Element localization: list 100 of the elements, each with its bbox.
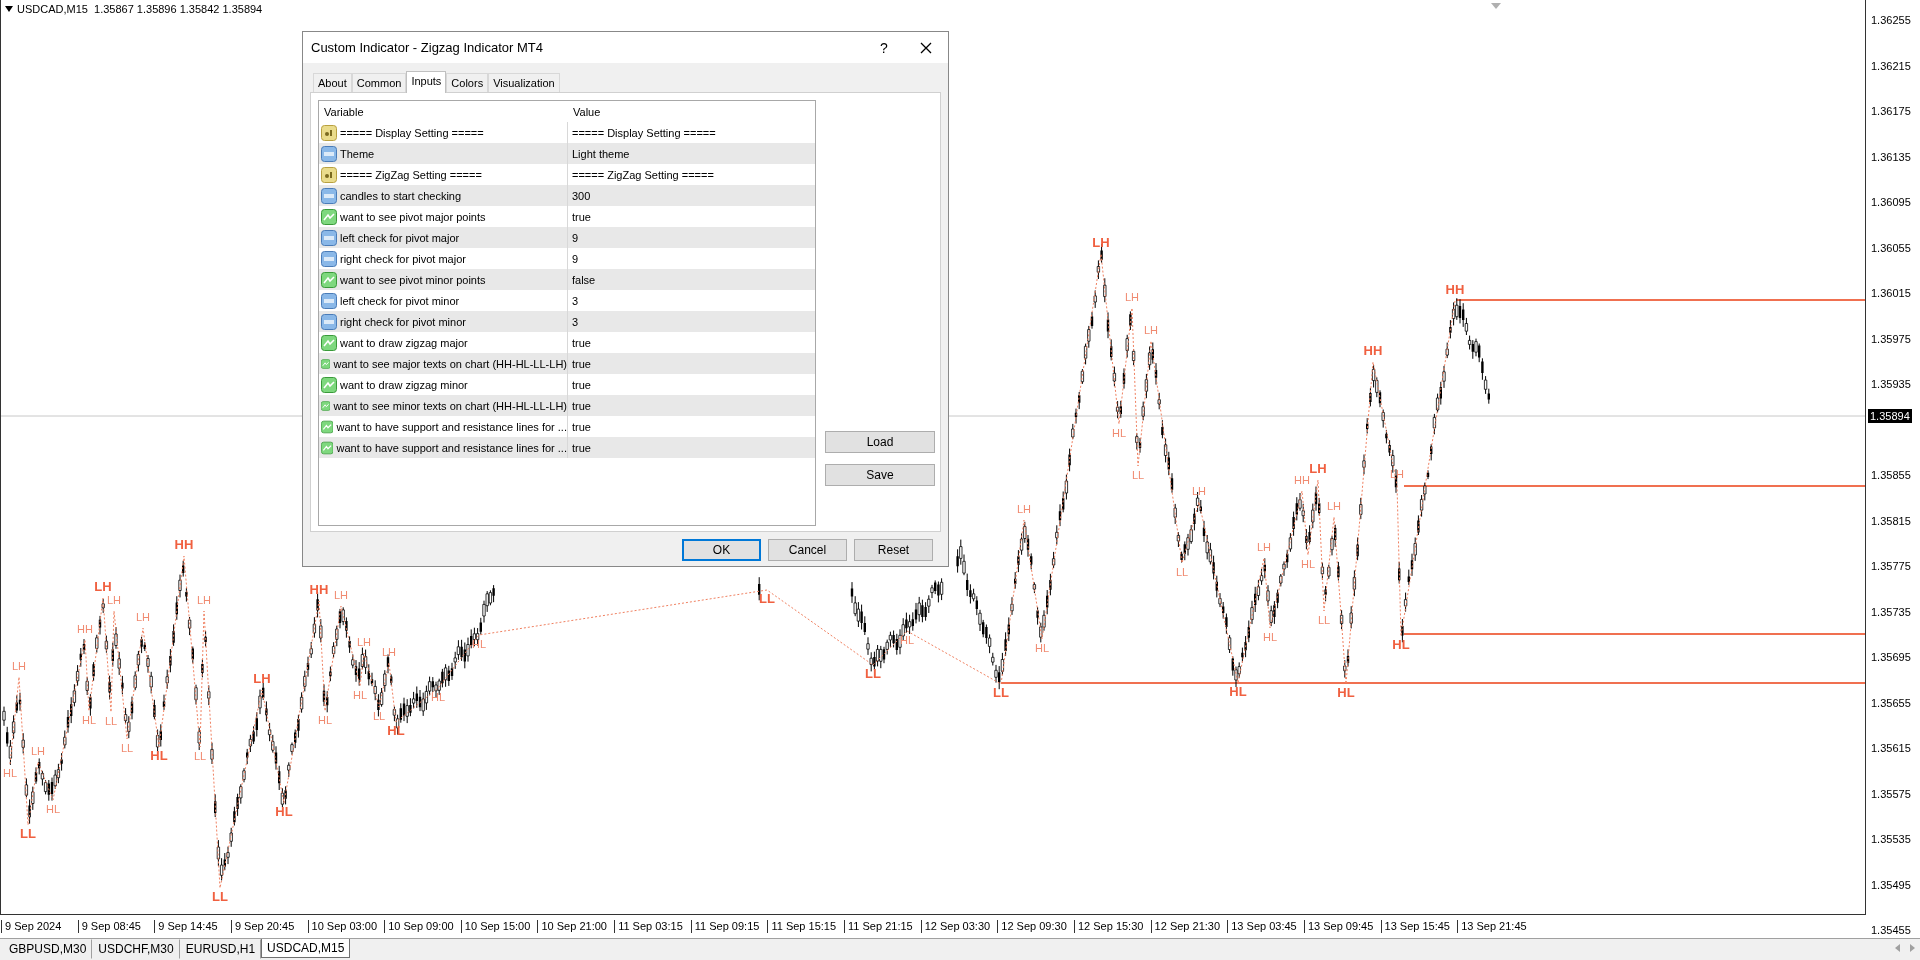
pivot-label: HH <box>309 582 329 598</box>
string-type-icon <box>321 166 337 183</box>
price-label: 1.36175 <box>1871 104 1911 118</box>
close-icon[interactable] <box>920 41 932 54</box>
pivot-label: LL <box>993 685 1009 701</box>
boolean-type-icon <box>321 418 334 435</box>
time-label: 11 Sep 03:15 <box>614 920 691 933</box>
dialog-tab[interactable]: Common <box>351 73 407 92</box>
variable-value[interactable]: true <box>568 399 815 412</box>
pivot-label: LH <box>1143 323 1159 336</box>
chart-symbol-quotes: USDCAD,M15 1.35867 1.35896 1.35842 1.35894 <box>17 3 263 15</box>
variable-value[interactable]: true <box>568 378 815 391</box>
time-label: 9 Sep 2024 <box>1 920 78 933</box>
pivot-label: HH <box>1294 473 1310 486</box>
time-label: 12 Sep 09:30 <box>997 920 1074 933</box>
variable-value[interactable]: true <box>568 210 815 223</box>
dialog-button[interactable]: Cancel <box>768 539 847 561</box>
variable-name: left check for pivot major <box>340 231 460 244</box>
dialog-tab[interactable]: Visualization <box>488 73 560 92</box>
price-label: 1.36015 <box>1871 286 1911 300</box>
pivot-label: LH <box>1256 540 1272 553</box>
variable-value[interactable]: true <box>568 336 815 349</box>
pivot-label: LL <box>20 826 36 842</box>
pivot-label: LL <box>372 709 386 722</box>
variable-name: want to see minor texts on chart (HH-HL-LL-LH) <box>333 399 567 412</box>
variable-value[interactable]: 3 <box>568 315 815 328</box>
time-label: 13 Sep 09:45 <box>1303 920 1381 933</box>
boolean-type-icon <box>321 439 334 456</box>
pivot-label: LH <box>30 744 46 757</box>
dialog-tab[interactable]: About <box>313 73 352 92</box>
scroll-right-icon[interactable] <box>1909 944 1916 952</box>
dialog-title: Custom Indicator - Zigzag Indicator MT4 <box>311 40 544 55</box>
pivot-label: LH <box>1191 484 1207 497</box>
dialog-tab[interactable]: Inputs <box>406 71 447 93</box>
time-label: 10 Sep 09:00 <box>384 920 461 933</box>
pivot-label: LL <box>104 714 118 727</box>
pivot-label: HL <box>1337 685 1355 701</box>
column-header[interactable]: Value <box>568 105 815 118</box>
variable-value[interactable]: true <box>568 441 815 454</box>
boolean-type-icon <box>321 208 337 225</box>
price-label: 1.36255 <box>1871 13 1911 27</box>
variable-value[interactable]: 9 <box>568 231 815 244</box>
dialog-button[interactable]: Reset <box>854 539 933 561</box>
dropdown-icon[interactable] <box>5 6 13 12</box>
price-label: 1.36095 <box>1871 195 1911 209</box>
boolean-type-icon <box>321 271 337 288</box>
variable-value[interactable]: ===== Display Setting ===== <box>568 126 815 139</box>
help-button[interactable]: ? <box>864 39 904 56</box>
price-label: 1.35455 <box>1871 923 1911 937</box>
pivot-label: LH <box>1124 290 1140 303</box>
pivot-label: HL <box>1111 426 1127 439</box>
price-label: 1.35655 <box>1871 695 1911 710</box>
price-label: 1.35975 <box>1871 331 1911 346</box>
number-type-icon <box>321 313 337 330</box>
price-label: 1.36215 <box>1871 58 1911 73</box>
pivot-label: LH <box>1309 461 1327 477</box>
variable-value[interactable]: false <box>568 273 815 286</box>
pivot-label: LH <box>381 645 397 658</box>
variable-name: candles to start checking <box>340 189 462 202</box>
pivot-label: HL <box>317 713 333 726</box>
pivot-label: LL <box>1131 468 1145 481</box>
file-button[interactable]: Load <box>825 431 935 453</box>
variable-name: want to have support and resistance lines for ... <box>336 441 567 454</box>
time-label: 10 Sep 15:00 <box>460 920 538 933</box>
variable-value[interactable]: 300 <box>568 189 815 202</box>
dialog-button[interactable]: OK <box>682 539 761 561</box>
variable-value[interactable]: 3 <box>568 294 815 307</box>
chart-tab[interactable]: USDCAD,M15 <box>261 939 351 958</box>
variable-value[interactable]: ===== ZigZag Setting ===== <box>568 168 815 181</box>
dialog-tab[interactable]: Colors <box>446 73 489 92</box>
variable-value[interactable]: true <box>568 420 815 433</box>
time-label: 13 Sep 15:45 <box>1380 920 1458 933</box>
time-label: 9 Sep 08:45 <box>77 920 155 933</box>
time-label: 12 Sep 15:30 <box>1073 920 1151 933</box>
column-header[interactable]: Variable <box>319 105 568 118</box>
pivot-label: HL <box>471 637 487 650</box>
pivot-label: LL <box>1175 565 1189 578</box>
boolean-type-icon <box>321 334 337 351</box>
pivot-label: HH <box>1363 343 1383 359</box>
pivot-label: LH <box>196 593 212 606</box>
chart-shift-icon[interactable] <box>1491 3 1501 9</box>
variable-value[interactable]: true <box>568 357 815 370</box>
time-label: 13 Sep 03:45 <box>1227 920 1304 933</box>
file-button[interactable]: Save <box>825 464 935 486</box>
variable-name: want to see pivot major points <box>340 210 486 223</box>
pivot-label: LH <box>1092 235 1110 251</box>
pivot-label: HL <box>352 688 368 701</box>
pivot-label: HL <box>1229 684 1247 700</box>
scroll-left-icon[interactable] <box>1894 944 1901 952</box>
time-label: 9 Sep 14:45 <box>154 920 231 933</box>
number-type-icon <box>321 292 337 309</box>
pivot-label: LL <box>1317 613 1331 626</box>
pivot-label: LH <box>11 659 27 672</box>
variable-value[interactable]: Light theme <box>568 147 815 160</box>
pivot-label: LH <box>1016 502 1032 515</box>
time-label: 12 Sep 21:30 <box>1150 920 1228 933</box>
pivot-label: LL <box>120 741 134 754</box>
pivot-label: LH <box>1326 499 1342 512</box>
time-label: 13 Sep 21:45 <box>1457 920 1534 933</box>
variable-value[interactable]: 9 <box>568 252 815 265</box>
